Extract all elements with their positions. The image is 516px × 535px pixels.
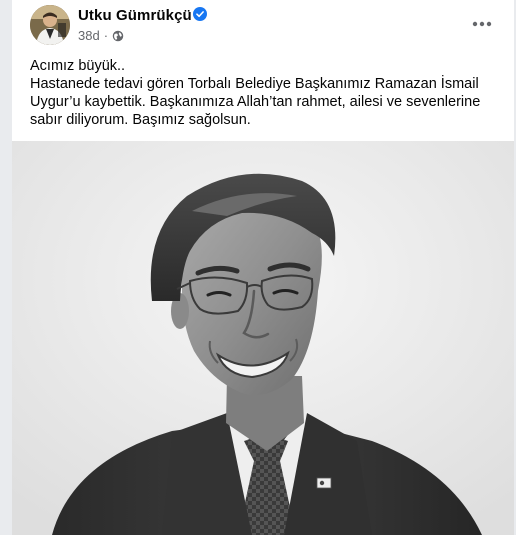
author-avatar[interactable] (30, 5, 70, 45)
post-message: Acımız büyük.. Hastanede tedavi gören To… (30, 57, 506, 129)
author-name[interactable]: Utku Gümrükçü (78, 7, 192, 24)
verified-badge-icon (193, 7, 207, 21)
post-photo[interactable] (12, 141, 514, 535)
post-card: Utku Gümrükçü 38d · Acımız büyük.. Hasta… (12, 0, 514, 535)
ellipsis-icon (472, 21, 492, 27)
avatar-photo (30, 5, 70, 45)
post-options-button[interactable] (464, 6, 500, 42)
post-header: Utku Gümrükçü 38d · (12, 0, 514, 50)
globe-icon[interactable] (112, 30, 124, 42)
post-text-line-2: Hastanede tedavi gören Torbalı Belediye … (30, 76, 481, 128)
post-text-line-1: Acımız büyük.. (30, 58, 126, 74)
meta-separator: · (103, 28, 109, 43)
post-meta: 38d · (78, 28, 124, 43)
post-timestamp[interactable]: 38d (78, 28, 100, 43)
